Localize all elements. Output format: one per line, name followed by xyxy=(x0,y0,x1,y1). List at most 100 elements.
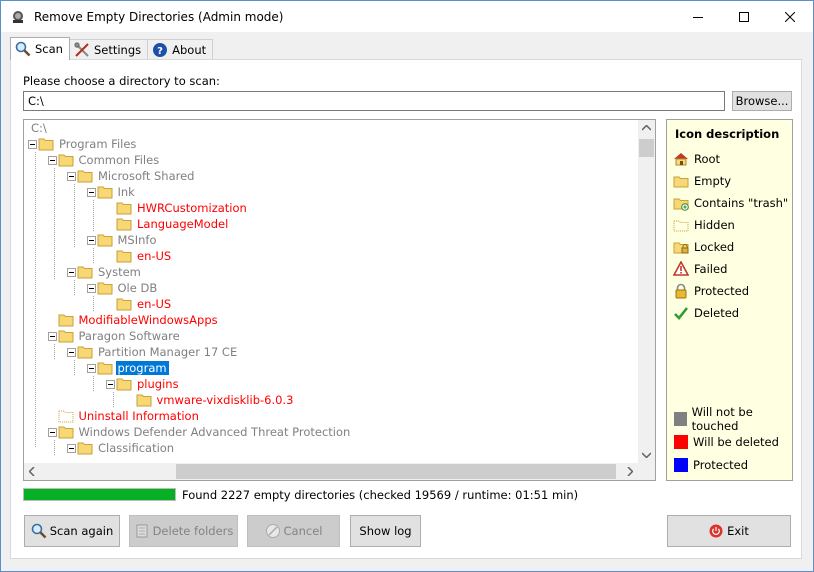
tree-item[interactable]: Classification xyxy=(67,440,176,456)
folder-icon xyxy=(77,170,93,183)
tree-item[interactable]: program xyxy=(86,360,169,376)
vertical-scrollbar[interactable] xyxy=(638,120,655,463)
tree-item[interactable]: Uninstall Information xyxy=(48,408,201,424)
tab-label: About xyxy=(172,43,207,57)
delete-folders-button[interactable]: Delete folders xyxy=(129,515,238,547)
exit-button[interactable]: Exit xyxy=(667,515,791,547)
expander-minus-icon[interactable] xyxy=(106,379,115,389)
tree-item-label: ModifiableWindowsApps xyxy=(78,313,218,327)
expander-minus-icon[interactable] xyxy=(86,363,96,373)
folder-icon xyxy=(116,202,132,215)
tree-item[interactable]: en-US xyxy=(106,296,173,312)
title-bar[interactable]: Remove Empty Directories (Admin mode) xyxy=(1,1,813,32)
root-icon xyxy=(674,153,688,166)
tree-item-label: en-US xyxy=(137,297,172,311)
folder-icon xyxy=(77,266,93,279)
expander-minus-icon[interactable] xyxy=(28,139,37,149)
folder-icon xyxy=(58,314,73,327)
vertical-scroll-thumb[interactable] xyxy=(639,139,654,157)
tree-item[interactable]: HWRCustomization xyxy=(106,200,249,216)
expander-minus-icon[interactable] xyxy=(67,347,76,357)
tree-item[interactable]: MSInfo xyxy=(86,232,159,248)
tree-item-label: Ole DB xyxy=(117,281,158,295)
show-log-button[interactable]: Show log xyxy=(350,515,421,547)
scroll-down-icon xyxy=(642,452,651,458)
tree-item[interactable]: vmware-vixdisklib-6.0.3 xyxy=(126,392,296,408)
maximize-button[interactable] xyxy=(721,1,767,32)
tab-settings[interactable]: Settings xyxy=(68,39,149,60)
tree-item[interactable]: Paragon Software xyxy=(47,328,182,344)
folder-icon xyxy=(38,138,54,151)
tree-item-label: plugins xyxy=(137,377,179,391)
folder-icon xyxy=(116,218,132,231)
scrollbar-corner xyxy=(638,463,655,480)
maximize-icon xyxy=(739,11,749,22)
tree-item[interactable]: Ole DB xyxy=(86,280,160,296)
checkmark-icon xyxy=(674,307,689,320)
scan-again-button[interactable]: Scan again xyxy=(24,515,120,547)
hidden-folder-icon xyxy=(58,410,73,423)
warning-icon xyxy=(673,261,689,276)
tree-item-label: HWRCustomization xyxy=(137,201,247,215)
button-label: Scan again xyxy=(49,524,114,538)
red-swatch xyxy=(674,435,688,449)
expander-minus-icon[interactable] xyxy=(47,427,57,437)
tree-item[interactable]: Program Files xyxy=(28,136,138,152)
tab-scan[interactable]: Scan xyxy=(10,37,70,60)
tree-item[interactable]: Windows Defender Advanced Threat Protect… xyxy=(47,424,353,440)
help-icon: ? xyxy=(153,43,168,57)
scroll-up-icon xyxy=(642,125,651,131)
directory-input[interactable] xyxy=(23,91,725,111)
tree-item[interactable]: plugins xyxy=(106,376,181,392)
expander-minus-icon[interactable] xyxy=(67,171,76,181)
cancel-icon xyxy=(265,524,280,538)
legend-item: Hidden xyxy=(673,216,735,234)
tree-item[interactable]: Ink xyxy=(86,184,137,200)
directory-tree[interactable]: C:\ Program Files Common Files Microsoft Sh… xyxy=(23,119,656,481)
tree-item[interactable]: Microsoft Shared xyxy=(67,168,196,184)
folder-icon xyxy=(97,186,112,199)
scroll-right-icon xyxy=(627,467,633,476)
expander-minus-icon[interactable] xyxy=(86,235,96,245)
power-icon xyxy=(709,524,723,538)
tree-item-label: Ink xyxy=(117,185,135,199)
folder-icon xyxy=(97,234,112,247)
tree-item-label: System xyxy=(98,265,141,279)
tree-item[interactable]: C:\ xyxy=(26,120,49,136)
tree-item[interactable]: Common Files xyxy=(47,152,162,168)
magnifier-icon xyxy=(31,523,47,539)
tree-item-label: MSInfo xyxy=(117,233,157,247)
tree-item[interactable]: LanguageModel xyxy=(106,216,230,232)
hidden-folder-icon xyxy=(673,220,689,232)
legend-color-item: Will not be touched xyxy=(673,405,792,433)
tree-item[interactable]: en-US xyxy=(106,248,173,264)
progress-fill xyxy=(24,489,175,500)
button-label: Cancel xyxy=(283,524,323,538)
minimize-button[interactable] xyxy=(675,1,721,32)
legend-label: Protected xyxy=(693,458,749,472)
folder-icon xyxy=(77,442,93,455)
horizontal-scroll-thumb[interactable] xyxy=(176,464,616,479)
browse-button[interactable]: Browse... xyxy=(732,91,792,111)
button-label: Exit xyxy=(727,524,749,538)
folder-icon xyxy=(97,282,112,295)
expander-minus-icon[interactable] xyxy=(86,283,96,293)
cancel-button[interactable]: Cancel xyxy=(247,515,340,547)
folder-icon xyxy=(116,250,132,263)
expander-minus-icon[interactable] xyxy=(67,267,76,277)
legend-color-item: Protected xyxy=(673,456,748,474)
horizontal-scrollbar[interactable] xyxy=(24,463,638,480)
expander-minus-icon[interactable] xyxy=(86,187,96,197)
close-button[interactable] xyxy=(767,1,813,32)
legend-color-item: Will be deleted xyxy=(673,433,779,451)
icon-legend: Icon description Root Empty Contains "tr… xyxy=(666,119,793,481)
expander-minus-icon[interactable] xyxy=(47,155,57,165)
legend-label: Will be deleted xyxy=(693,435,779,449)
tab-about[interactable]: ? About xyxy=(147,39,214,60)
expander-minus-icon[interactable] xyxy=(67,443,76,453)
expander-minus-icon[interactable] xyxy=(47,331,57,341)
status-text: Found 2227 empty directories (checked 19… xyxy=(182,488,579,502)
tree-item[interactable]: ModifiableWindowsApps xyxy=(48,312,220,328)
tree-item[interactable]: Partition Manager 17 CE xyxy=(67,344,239,360)
tree-item[interactable]: System xyxy=(67,264,143,280)
